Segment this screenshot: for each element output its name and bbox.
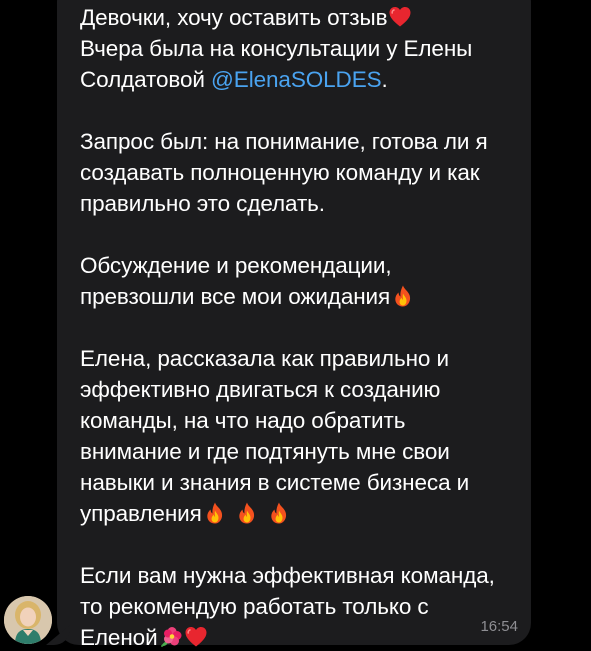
message-line: Девочки, хочу оставить отзыв: [80, 2, 525, 33]
message-line: Вчера была на консультации у Елены: [80, 36, 473, 61]
message-line: эффективно двигаться к созданию: [80, 377, 441, 402]
red-heart-icon: [184, 625, 208, 649]
avatar-photo-icon: [4, 596, 52, 644]
mention-link[interactable]: @ElenaSOLDES: [211, 67, 382, 92]
message-line: навыки и знания в системе бизнеса и: [80, 470, 470, 495]
fire-icon: [235, 501, 259, 525]
message-line: Солдатовой @ElenaSOLDES.: [80, 67, 388, 92]
message-line: управления: [80, 498, 525, 529]
message-timestamp: 16:54: [480, 618, 518, 635]
message-line: создавать полноценную команду и как: [80, 160, 480, 185]
message-line: Еленой: [80, 622, 525, 651]
hibiscus-icon: [159, 625, 183, 649]
sender-avatar[interactable]: [4, 596, 52, 644]
message-line: Обсуждение и рекомендации,: [80, 253, 392, 278]
message-line: превзошли все мои ожидания: [80, 281, 525, 312]
message-line: Запрос был: на понимание, готова ли я: [80, 129, 488, 154]
fire-icon: [203, 501, 227, 525]
message-line: Если вам нужна эффективная команда,: [80, 563, 495, 588]
message-line: Елена, рассказала как правильно и: [80, 346, 449, 371]
fire-icon: [391, 284, 415, 308]
message-line: команды, на что надо обратить: [80, 408, 406, 433]
message-line: то рекомендую работать только с: [80, 594, 429, 619]
red-heart-icon: [388, 5, 412, 29]
message-text: Девочки, хочу оставить отзыв Вчера была …: [80, 2, 525, 651]
message-line: правильно это сделать.: [80, 191, 325, 216]
fire-icon: [267, 501, 291, 525]
chat-screen: Девочки, хочу оставить отзыв Вчера была …: [0, 0, 591, 651]
message-line: внимание и где подтянуть мне свои: [80, 439, 450, 464]
